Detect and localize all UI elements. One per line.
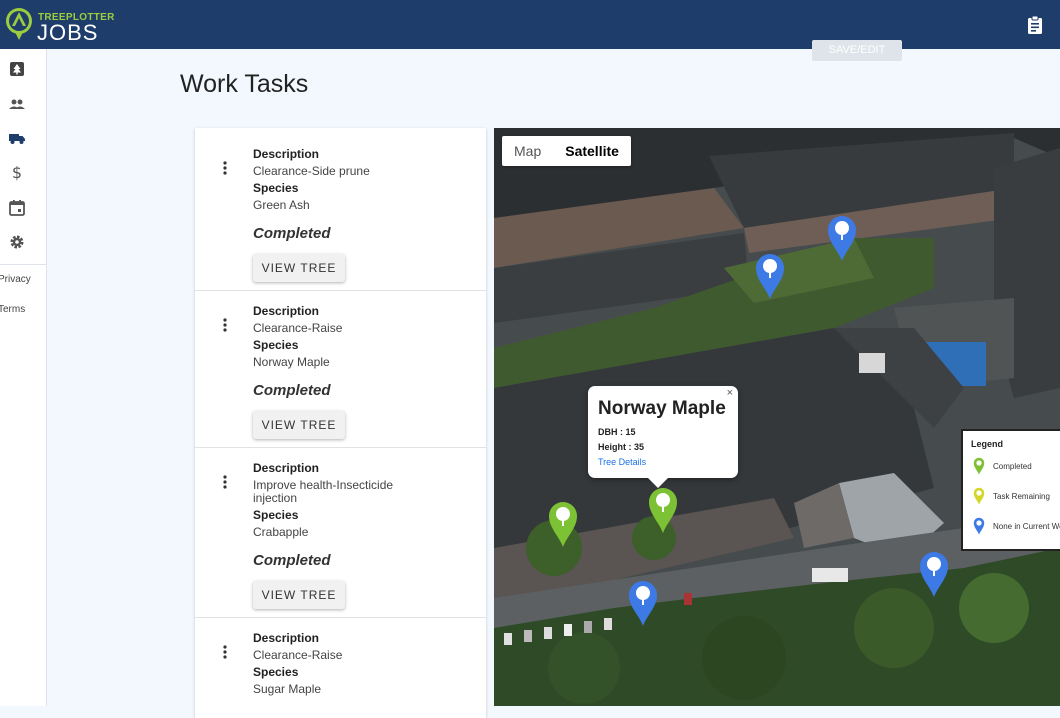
map-pin-icon[interactable] xyxy=(647,486,679,534)
sidebar-divider xyxy=(0,264,46,265)
species-value: Crabapple xyxy=(253,525,309,539)
satellite-imagery xyxy=(494,128,1060,706)
sidebar: $ Privacy Terms xyxy=(0,49,47,706)
popup-title: Norway Maple xyxy=(598,398,726,419)
svg-text:$: $ xyxy=(12,163,22,181)
map-pin-icon[interactable] xyxy=(754,252,786,300)
description-value: Clearance-Raise xyxy=(253,321,343,335)
terms-link[interactable]: Terms xyxy=(0,304,42,315)
satellite-map[interactable]: Map Satellite Norway Maple × DBH : 15 He… xyxy=(494,128,1060,706)
map-pin-icon[interactable] xyxy=(627,579,659,627)
truck-icon[interactable] xyxy=(8,129,26,147)
description-label: Description xyxy=(253,147,320,161)
legend-label: Completed xyxy=(993,462,1032,471)
species-label: Species xyxy=(253,665,299,679)
map-legend: Legend Completed Task Remaining None in … xyxy=(961,429,1060,551)
legend-item-none: None in Current Work xyxy=(971,517,1060,537)
more-options-icon[interactable] xyxy=(223,475,227,489)
view-tree-button[interactable]: VIEW TREE xyxy=(253,581,345,609)
map-pin-icon[interactable] xyxy=(547,500,579,548)
map-type-toggle: Map Satellite xyxy=(502,136,631,166)
map-type-satellite[interactable]: Satellite xyxy=(553,136,631,166)
map-pin-icon[interactable] xyxy=(826,214,858,262)
task-card: Description Clearance-Side prune Species… xyxy=(195,128,486,291)
species-value: Green Ash xyxy=(253,198,310,212)
header-action-button[interactable]: SAVE/EDIT xyxy=(812,40,902,61)
privacy-link[interactable]: Privacy xyxy=(0,274,42,285)
task-card: Description Clearance-Raise Species Norw… xyxy=(195,290,486,448)
legend-pin-icon xyxy=(973,517,985,535)
legend-pin-icon xyxy=(973,487,985,505)
dollar-icon[interactable]: $ xyxy=(8,163,26,181)
description-value: Improve health-Insecticide injection xyxy=(253,478,394,505)
tree-info-popup: Norway Maple × DBH : 15 Height : 35 Tree… xyxy=(588,386,738,488)
description-label: Description xyxy=(253,461,320,475)
more-options-icon[interactable] xyxy=(223,318,227,332)
calendar-icon[interactable] xyxy=(8,199,26,217)
species-label: Species xyxy=(253,338,299,352)
description-label: Description xyxy=(253,304,320,318)
legend-title: Legend xyxy=(971,439,1004,449)
description-label: Description xyxy=(253,631,320,645)
brand-product: JOBS xyxy=(37,20,99,45)
legend-item-completed: Completed xyxy=(971,457,1060,477)
more-options-icon[interactable] xyxy=(223,645,227,659)
legend-pin-icon xyxy=(973,457,985,475)
species-value: Sugar Maple xyxy=(253,682,322,696)
species-value: Norway Maple xyxy=(253,355,330,369)
status-text: Completed xyxy=(253,552,331,569)
clipboard-icon[interactable] xyxy=(1026,15,1044,35)
task-list: Description Clearance-Side prune Species… xyxy=(195,128,486,718)
popup-height: Height : 35 xyxy=(598,442,645,452)
close-icon[interactable]: × xyxy=(727,387,733,399)
more-options-icon[interactable] xyxy=(223,161,227,175)
task-card: Description Clearance-Raise Species Suga… xyxy=(195,617,486,718)
description-value: Clearance-Side prune xyxy=(253,164,370,178)
species-label: Species xyxy=(253,181,299,195)
page-title: Work Tasks xyxy=(180,70,309,98)
map-type-map[interactable]: Map xyxy=(502,136,553,166)
legend-item-remaining: Task Remaining xyxy=(971,487,1060,507)
legend-label: None in Current Work xyxy=(993,522,1060,531)
view-tree-button[interactable]: VIEW TREE xyxy=(253,411,345,439)
description-value: Clearance-Raise xyxy=(253,648,343,662)
task-card: Description Improve health-Insecticide i… xyxy=(195,447,486,618)
tree-list-icon[interactable] xyxy=(8,60,26,78)
tree-details-link[interactable]: Tree Details xyxy=(598,457,646,467)
gear-icon[interactable] xyxy=(8,233,26,251)
popup-dbh: DBH : 15 xyxy=(598,427,636,437)
status-text: Completed xyxy=(253,225,331,242)
species-label: Species xyxy=(253,508,299,522)
status-text: Completed xyxy=(253,382,331,399)
people-icon[interactable] xyxy=(8,95,26,113)
map-pin-icon[interactable] xyxy=(918,550,950,598)
legend-label: Task Remaining xyxy=(993,492,1050,501)
view-tree-button[interactable]: VIEW TREE xyxy=(253,254,345,282)
treeplotter-logo-icon xyxy=(6,8,32,40)
